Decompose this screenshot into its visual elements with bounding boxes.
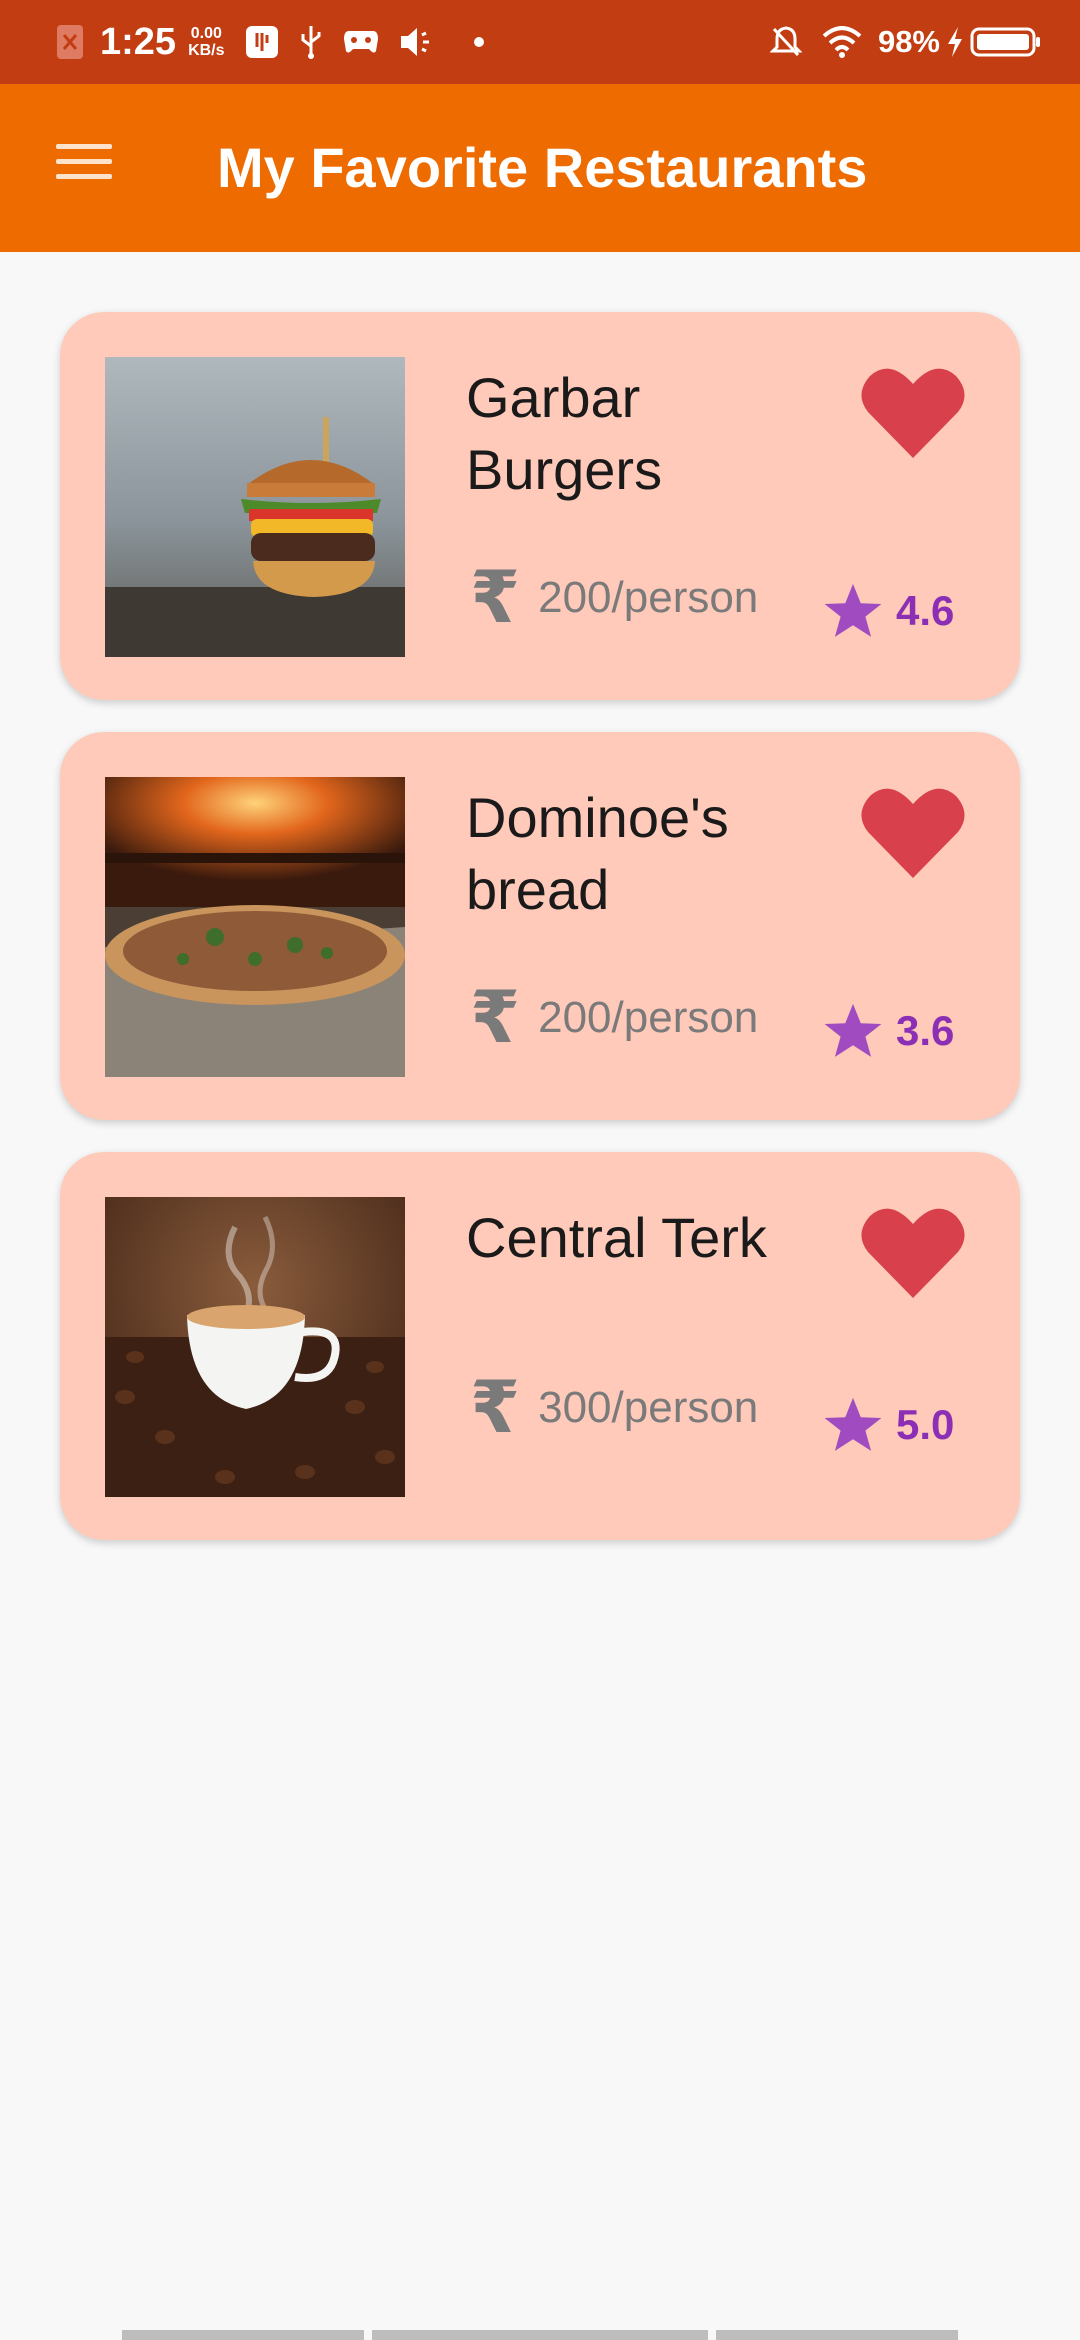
wifi-icon xyxy=(822,26,862,58)
speed-unit: KB/s xyxy=(188,42,225,59)
burger-photo xyxy=(105,357,405,657)
volume-icon xyxy=(399,25,435,59)
favorite-heart-icon[interactable] xyxy=(860,1204,966,1300)
price-text: 200/person xyxy=(538,993,759,1042)
battery-percent: 98% xyxy=(877,24,940,59)
coffee-photo xyxy=(105,1197,405,1497)
usb-settings-icon xyxy=(245,25,279,59)
pizza-photo xyxy=(105,777,405,1077)
star-icon xyxy=(824,1397,882,1451)
favorite-heart-icon[interactable] xyxy=(860,364,966,460)
restaurant-name: Central Terk xyxy=(466,1206,767,1269)
rating: 3.6 xyxy=(822,1000,954,1062)
usb-icon xyxy=(299,24,323,60)
restaurant-name: Dominoe's bread xyxy=(466,786,729,921)
restaurant-name: Garbar Burgers xyxy=(466,366,663,501)
price-info: ₹ 200/person xyxy=(470,982,758,1054)
nav-segment xyxy=(716,2330,958,2340)
network-speed: 0.00 KB/s xyxy=(188,25,224,59)
nav-segment xyxy=(122,2330,364,2340)
hamburger-menu-icon[interactable] xyxy=(48,134,120,202)
rating-value: 4.6 xyxy=(896,587,955,634)
price-info: ₹ 300/person xyxy=(470,1372,758,1444)
rating-value: 3.6 xyxy=(896,1007,955,1054)
rating: 5.0 xyxy=(822,1394,954,1456)
app-bar: My Favorite Restaurants xyxy=(0,84,1080,252)
restaurant-card[interactable]: Dominoe's bread ₹ 200/person 3.6 xyxy=(60,732,1020,1120)
price-text: 300/person xyxy=(538,1383,759,1432)
silent-bell-icon xyxy=(769,25,802,59)
dot-icon xyxy=(473,36,485,48)
rating: 4.6 xyxy=(822,580,954,642)
price-info: ₹ 200/person xyxy=(470,562,758,634)
battery-icon xyxy=(970,26,1042,58)
page-title: My Favorite Restaurants xyxy=(217,136,868,199)
notification-x-icon xyxy=(56,24,84,60)
rating-value: 5.0 xyxy=(896,1401,955,1448)
nav-segment xyxy=(372,2330,708,2340)
star-icon xyxy=(824,1003,882,1057)
rupee-icon: ₹ xyxy=(470,558,521,638)
status-time: 1:25 xyxy=(100,20,177,63)
star-icon xyxy=(824,583,882,637)
rupee-icon: ₹ xyxy=(470,978,521,1058)
restaurant-card[interactable]: Central Terk ₹ 300/person 5.0 xyxy=(60,1152,1020,1540)
favorite-heart-icon[interactable] xyxy=(860,784,966,880)
charging-icon xyxy=(946,26,964,58)
speed-value: 0.00 xyxy=(190,25,222,42)
rupee-icon: ₹ xyxy=(470,1368,521,1448)
status-bar: 1:25 0.00 KB/s 98% xyxy=(0,0,1080,84)
navigation-bar xyxy=(0,2330,1080,2340)
price-text: 200/person xyxy=(538,573,759,622)
gamepad-icon xyxy=(343,29,379,55)
restaurant-card[interactable]: Garbar Burgers ₹ 200/person 4.6 xyxy=(60,312,1020,700)
